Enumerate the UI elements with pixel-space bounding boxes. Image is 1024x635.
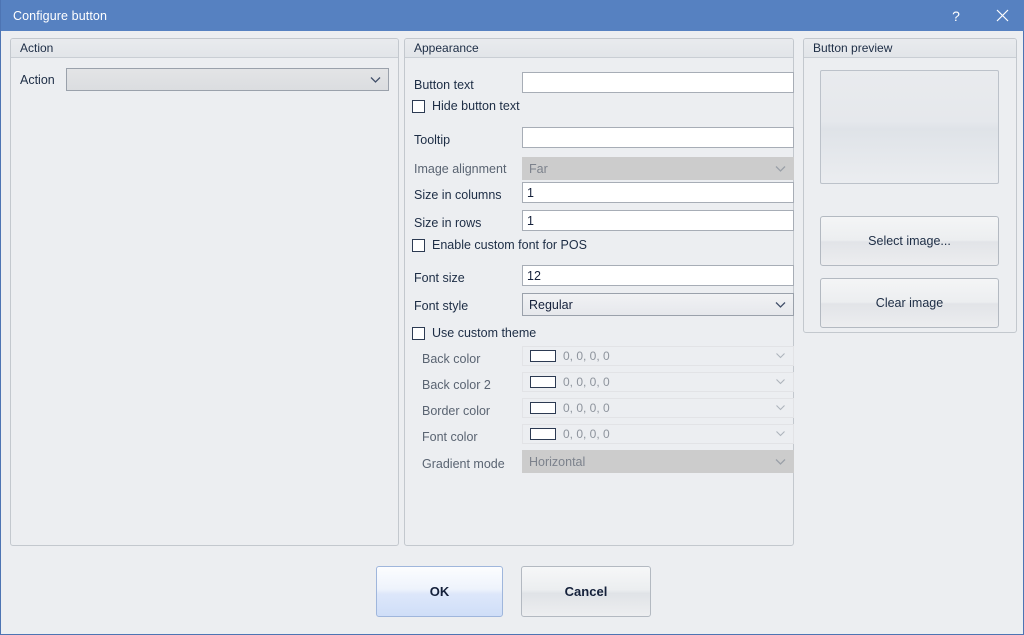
button-preview-group-title: Button preview xyxy=(813,41,892,55)
appearance-group-header: Appearance xyxy=(405,39,793,58)
hide-button-text-label: Hide button text xyxy=(432,99,520,113)
button-preview-group-box: Button preview Select image... Clear ima… xyxy=(803,38,1017,333)
back-color-2-swatch xyxy=(530,376,556,388)
size-in-columns-label: Size in columns xyxy=(414,187,502,203)
back-color-select[interactable]: 0, 0, 0, 0 xyxy=(522,346,794,366)
enable-custom-font-label: Enable custom font for POS xyxy=(432,238,587,252)
action-group-body: Action xyxy=(11,58,398,545)
button-preview-group-body: Select image... Clear image xyxy=(804,58,1016,332)
border-color-select[interactable]: 0, 0, 0, 0 xyxy=(522,398,794,418)
close-button[interactable] xyxy=(979,0,1024,31)
tooltip-input[interactable] xyxy=(522,127,794,148)
chevron-down-icon xyxy=(370,76,381,83)
chevron-down-icon xyxy=(775,458,786,465)
action-field-label: Action xyxy=(20,72,55,88)
back-color-value: 0, 0, 0, 0 xyxy=(563,349,610,363)
image-alignment-label: Image alignment xyxy=(414,161,506,177)
chevron-down-icon xyxy=(776,353,785,359)
back-color-2-label: Back color 2 xyxy=(422,377,491,393)
button-text-input[interactable] xyxy=(522,72,794,93)
size-in-columns-input[interactable] xyxy=(522,182,794,203)
font-style-label: Font style xyxy=(414,298,468,314)
font-color-select[interactable]: 0, 0, 0, 0 xyxy=(522,424,794,444)
clear-image-button[interactable]: Clear image xyxy=(820,278,999,328)
gradient-mode-select[interactable]: Horizontal xyxy=(522,450,794,473)
hide-button-text-checkbox-row[interactable]: Hide button text xyxy=(412,99,520,113)
action-group-box: Action Action xyxy=(10,38,399,546)
size-in-rows-label: Size in rows xyxy=(414,215,481,231)
action-select[interactable] xyxy=(66,68,389,91)
enable-custom-font-checkbox-row[interactable]: Enable custom font for POS xyxy=(412,238,587,252)
use-custom-theme-checkbox[interactable] xyxy=(412,327,425,340)
hide-button-text-checkbox[interactable] xyxy=(412,100,425,113)
appearance-group-title: Appearance xyxy=(414,41,479,55)
use-custom-theme-checkbox-row[interactable]: Use custom theme xyxy=(412,326,536,340)
select-image-button[interactable]: Select image... xyxy=(820,216,999,266)
title-bar: Configure button ? xyxy=(1,0,1024,31)
chevron-down-icon xyxy=(776,431,785,437)
clear-image-button-label: Clear image xyxy=(876,296,943,310)
cancel-button[interactable]: Cancel xyxy=(521,566,651,617)
appearance-group-body: Button text Hide button text Tooltip Ima… xyxy=(405,58,793,545)
font-style-value: Regular xyxy=(529,298,573,312)
border-color-label: Border color xyxy=(422,403,490,419)
font-color-value: 0, 0, 0, 0 xyxy=(563,427,610,441)
use-custom-theme-label: Use custom theme xyxy=(432,326,536,340)
configure-button-dialog: Configure button ? Action Action xyxy=(0,0,1024,635)
action-group-title: Action xyxy=(20,41,53,55)
tooltip-label: Tooltip xyxy=(414,132,450,148)
button-preview-area xyxy=(820,70,999,184)
font-size-input[interactable] xyxy=(522,265,794,286)
font-color-swatch xyxy=(530,428,556,440)
gradient-mode-value: Horizontal xyxy=(529,455,585,469)
font-color-label: Font color xyxy=(422,429,478,445)
font-size-label: Font size xyxy=(414,270,465,286)
help-button[interactable]: ? xyxy=(933,0,979,31)
button-preview-group-header: Button preview xyxy=(804,39,1016,58)
font-style-select[interactable]: Regular xyxy=(522,293,794,316)
back-color-2-value: 0, 0, 0, 0 xyxy=(563,375,610,389)
gradient-mode-label: Gradient mode xyxy=(422,456,505,472)
ok-button-label: OK xyxy=(430,584,450,599)
back-color-swatch xyxy=(530,350,556,362)
chevron-down-icon xyxy=(776,405,785,411)
button-text-label: Button text xyxy=(414,77,474,93)
cancel-button-label: Cancel xyxy=(565,584,608,599)
border-color-swatch xyxy=(530,402,556,414)
close-icon xyxy=(996,9,1009,22)
chevron-down-icon xyxy=(776,379,785,385)
chevron-down-icon xyxy=(775,301,786,308)
ok-button[interactable]: OK xyxy=(376,566,503,617)
select-image-button-label: Select image... xyxy=(868,234,951,248)
back-color-label: Back color xyxy=(422,351,480,367)
border-color-value: 0, 0, 0, 0 xyxy=(563,401,610,415)
image-alignment-value: Far xyxy=(529,162,548,176)
enable-custom-font-checkbox[interactable] xyxy=(412,239,425,252)
window-title: Configure button xyxy=(13,9,107,23)
question-mark-icon: ? xyxy=(952,8,960,24)
appearance-group-box: Appearance Button text Hide button text … xyxy=(404,38,794,546)
size-in-rows-input[interactable] xyxy=(522,210,794,231)
action-group-header: Action xyxy=(11,39,398,58)
back-color-2-select[interactable]: 0, 0, 0, 0 xyxy=(522,372,794,392)
image-alignment-select[interactable]: Far xyxy=(522,157,794,180)
chevron-down-icon xyxy=(775,165,786,172)
